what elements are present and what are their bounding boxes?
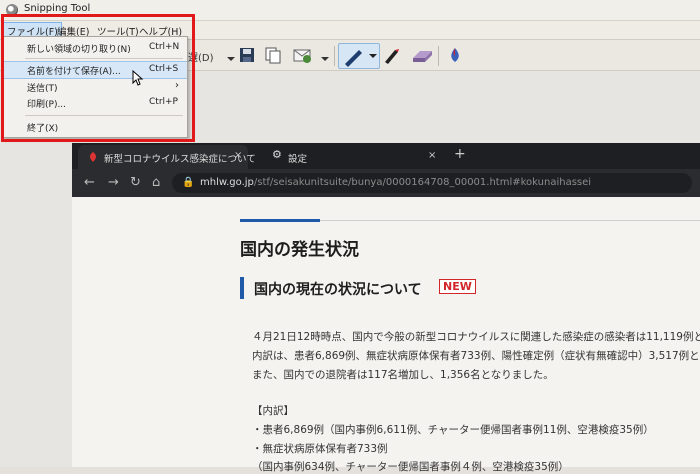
pen-icon: [345, 50, 377, 67]
captured-browser-window: 新型コロナウイルス感染症について × ⚙ 設定 × + ← → ↻ ⌂ 🔒 mh…: [72, 143, 700, 473]
back-icon[interactable]: ←: [84, 175, 95, 190]
red-highlight-box: [1, 14, 195, 142]
toolbar-divider: [438, 46, 439, 66]
url-host: mhlw.go.jp: [200, 177, 254, 188]
save-icon[interactable]: [238, 46, 256, 64]
eraser-icon[interactable]: [410, 46, 434, 64]
new-badge: NEW: [439, 279, 476, 294]
url-text: mhlw.go.jp/stf/seisakunitsuite/bunya/000…: [200, 177, 591, 188]
paragraph-line: 【内訳】: [252, 405, 294, 417]
subheading-accent-bar: [240, 277, 244, 299]
paragraph-line: ・無症状病原体保有者733例: [252, 443, 388, 455]
page-heading: 国内の発生状況: [240, 240, 359, 260]
paragraph-line: ４月21日12時時点、国内で今般の新型コロナウイルスに関連した感染症の感染者は1…: [252, 331, 700, 343]
virus-favicon-icon: [88, 151, 98, 163]
url-path: /stf/seisakunitsuite/bunya/0000164708_00…: [253, 177, 592, 188]
tab-title: 設定: [288, 154, 308, 165]
browser-tab-covid[interactable]: 新型コロナウイルス感染症について ×: [78, 145, 256, 169]
lock-icon: 🔒: [182, 177, 195, 188]
paragraph-line: 内訳は、患者6,869例、無症状病原体保有者733例、陽性確定例（症状有無確認中…: [252, 350, 700, 362]
send-dropdown-arrow-icon[interactable]: [320, 49, 330, 61]
paint-icon[interactable]: [446, 46, 464, 64]
page-subheading: 国内の現在の状況について: [254, 282, 422, 298]
settings-gear-icon: ⚙: [272, 148, 282, 161]
window-title: Snipping Tool: [24, 3, 91, 14]
send-icon[interactable]: [292, 46, 311, 64]
browser-tabbar: 新型コロナウイルス感染症について × ⚙ 設定 × +: [72, 143, 700, 169]
tab-close-icon[interactable]: ×: [428, 150, 436, 161]
tab-title: 新型コロナウイルス感染症について: [104, 154, 256, 165]
new-tab-button[interactable]: +: [454, 146, 466, 162]
tab-close-icon[interactable]: ×: [234, 150, 242, 161]
dropdown-arrow-icon[interactable]: [226, 49, 236, 61]
toolbar-divider: [334, 46, 335, 66]
heading-divider: [320, 220, 700, 221]
forward-icon[interactable]: →: [108, 175, 119, 190]
paragraph-line: ・患者6,869例（国内事例6,611例、チャーター便帰国者事例11例、空港検疫…: [252, 424, 654, 436]
highlighter-icon[interactable]: [382, 46, 400, 64]
paragraph-line: また、国内での退院者は117名増加し、1,356名となりました。: [252, 369, 554, 381]
browser-addressbar: ← → ↻ ⌂ 🔒 mhlw.go.jp/stf/seisakunitsuite…: [72, 169, 700, 197]
pen-button[interactable]: [338, 43, 380, 69]
home-icon[interactable]: ⌂: [152, 175, 160, 190]
web-page-content: 国内の発生状況 国内の現在の状況について NEW ４月21日12時時点、国内で今…: [72, 197, 700, 473]
reload-icon[interactable]: ↻: [130, 175, 141, 190]
heading-accent-rule: [240, 219, 320, 222]
browser-tab-settings[interactable]: 設定 ×: [288, 145, 438, 169]
url-field[interactable]: 🔒 mhlw.go.jp/stf/seisakunitsuite/bunya/0…: [172, 173, 692, 193]
copy-icon[interactable]: [264, 46, 282, 64]
